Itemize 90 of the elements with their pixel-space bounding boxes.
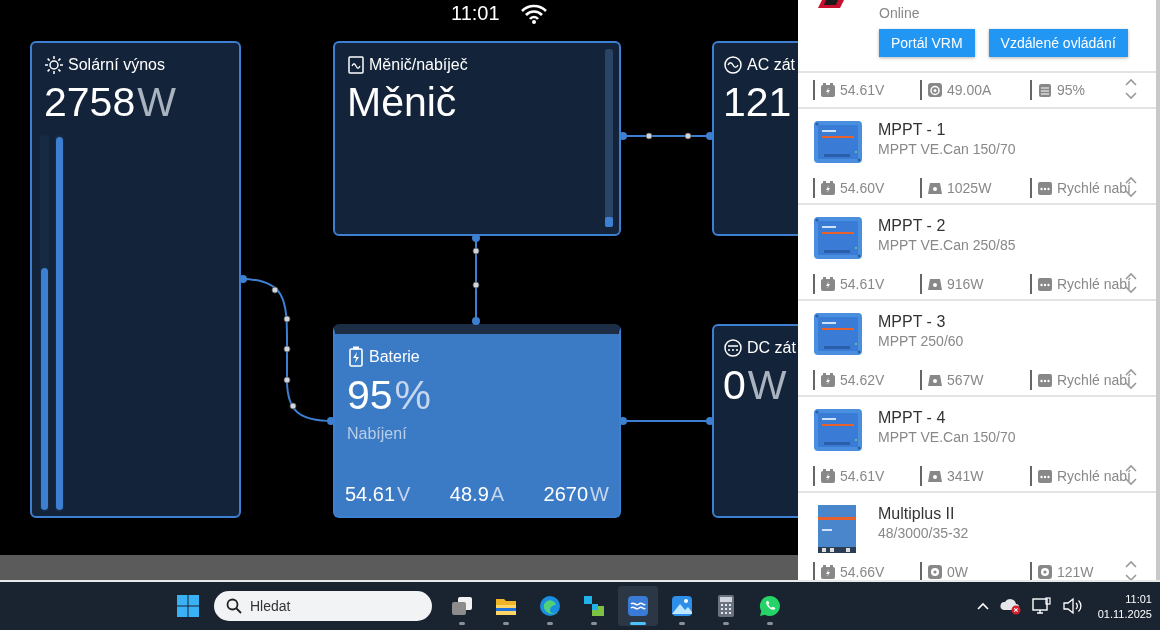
device-model: MPPT VE.Can 150/70 — [878, 141, 1016, 157]
solar-icon — [927, 180, 943, 196]
metric-value: 916W — [947, 276, 984, 292]
gauge-icon — [927, 82, 943, 98]
battery-level-icon — [1037, 82, 1053, 98]
chevron-up-icon[interactable] — [975, 601, 990, 611]
browser-icon — [538, 594, 562, 618]
battery-stat: 2670W — [543, 483, 609, 506]
status-time: 11:01 — [451, 2, 500, 25]
unit-label: W — [747, 362, 787, 409]
metric-value: Rychlé nabí — [1057, 276, 1131, 292]
status-icon — [1037, 372, 1053, 388]
metric-value: Rychlé nabí — [1057, 372, 1131, 388]
card-title: Měnič/nabíječ — [369, 56, 468, 74]
dc-value: 0 — [723, 362, 746, 409]
card-title: DC zát — [747, 339, 796, 357]
unit-label: W — [137, 79, 176, 126]
dc-icon — [723, 338, 743, 358]
metric-value: 95% — [1057, 82, 1086, 98]
chat-icon — [758, 594, 782, 618]
device-row[interactable]: MPPT - 1 MPPT VE.Can 150/70 54.60V 1025W Rychlé nabí — [798, 109, 1156, 205]
metric-value: 54.62V — [840, 372, 885, 388]
card-title: Solární výnos — [68, 56, 165, 74]
windows-stack-icon — [450, 594, 474, 618]
taskbar-clock[interactable]: 11:01 01.11.2025 — [1097, 592, 1152, 620]
metric-value: 54.66V — [840, 564, 885, 580]
metric-value: 54.61V — [840, 468, 885, 484]
device-row[interactable]: MPPT - 2 MPPT VE.Can 250/85 54.61V 916W Rychlé nabí — [798, 205, 1156, 301]
metric-value: 567W — [947, 372, 984, 388]
status-icon — [1037, 468, 1053, 484]
windows-logo-icon[interactable] — [176, 594, 200, 618]
blocks-icon — [582, 594, 606, 618]
unit-label: % — [394, 372, 432, 419]
status-icon — [1037, 276, 1053, 292]
metric-value: 54.61V — [840, 82, 885, 98]
battery-icon — [820, 276, 836, 292]
device-name: MPPT - 2 — [878, 217, 947, 235]
device-model: 48/3000/35-32 — [878, 525, 969, 541]
search-field[interactable]: Hledat — [214, 591, 432, 621]
metric-value: 1025W — [947, 180, 992, 196]
device-model: MPPT VE.Can 250/85 — [878, 237, 1016, 253]
status-icon — [1037, 180, 1053, 196]
metric-value: 49.00A — [947, 82, 992, 98]
search-icon — [226, 598, 242, 614]
device-row[interactable]: MPPT - 4 MPPT VE.Can 150/70 54.61V 341W Rychlé nabí — [798, 397, 1156, 493]
solar-value: 2758 — [44, 79, 136, 126]
wifi-icon — [520, 3, 548, 25]
ac-icon — [723, 55, 743, 75]
battery-state: Nabíjení — [347, 425, 408, 443]
device-row[interactable]: MPPT - 3 MPPT 250/60 54.62V 567W Rychlé nabí — [798, 301, 1156, 397]
inverter-state: Měnič — [347, 79, 457, 126]
cloud-error-icon[interactable] — [999, 597, 1022, 615]
metric-value: 54.60V — [840, 180, 885, 196]
expand-icon[interactable] — [1124, 559, 1138, 580]
device-model: MPPT VE.Can 150/70 — [878, 429, 1016, 445]
card-title: AC zát — [747, 56, 795, 74]
photos-icon — [670, 594, 694, 618]
metric-value: Rychlé nabí — [1057, 468, 1131, 484]
ac-value: 121 — [723, 79, 792, 126]
device-model: MPPT 250/60 — [878, 333, 964, 349]
sun-icon — [44, 55, 64, 75]
battery-stat: 48.9A — [449, 483, 505, 506]
inverter-icon — [347, 55, 365, 75]
metric-value: 0W — [947, 564, 968, 580]
solar-icon — [927, 372, 943, 388]
device-name: MPPT - 1 — [878, 121, 947, 139]
network-icon[interactable] — [1031, 597, 1052, 615]
device-name: MPPT - 4 — [878, 409, 947, 427]
battery-icon — [820, 180, 836, 196]
metric-value: 121W — [1057, 564, 1094, 580]
battery-charging-icon — [347, 346, 365, 368]
taskbar-app[interactable] — [618, 586, 658, 626]
device-name: Multiplus II — [878, 505, 956, 523]
metric-value: 341W — [947, 468, 984, 484]
device-name: MPPT - 3 — [878, 313, 947, 331]
expand-icon[interactable] — [1124, 77, 1138, 101]
solar-icon — [927, 468, 943, 484]
battery-icon — [820, 82, 836, 98]
battery-stat: 54.61V — [345, 483, 411, 506]
volume-icon[interactable] — [1061, 597, 1082, 615]
metric-value: 54.61V — [840, 276, 885, 292]
metric-value: Rychlé nabí — [1057, 180, 1131, 196]
battery-value: 95 — [347, 372, 393, 419]
solar-icon — [927, 276, 943, 292]
app-icon — [626, 594, 650, 618]
card-title: Baterie — [369, 348, 420, 366]
battery-icon — [820, 468, 836, 484]
battery-icon — [820, 372, 836, 388]
logo-icon — [818, 0, 844, 8]
connection-status: Online — [879, 5, 921, 21]
